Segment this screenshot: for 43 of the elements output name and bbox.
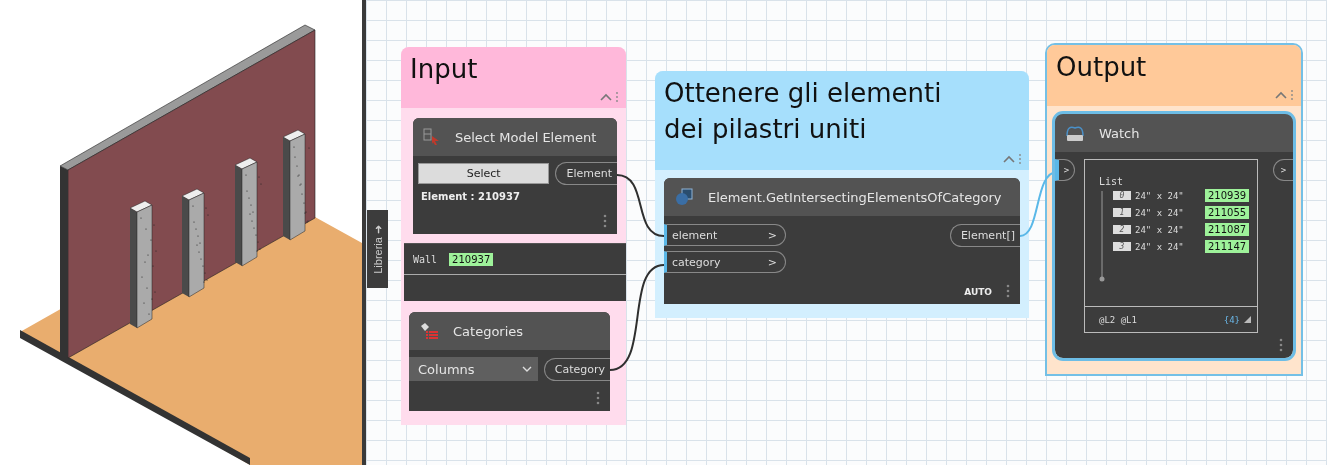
node-title: Element.GetIntersectingElementsOfCategory [708, 189, 1002, 205]
lacing-label: AUTO [964, 287, 992, 297]
element-info: Element : 210937 [421, 191, 520, 202]
collapse-icon[interactable] [1003, 153, 1023, 165]
node-title: Categories [453, 323, 524, 339]
select-button[interactable]: Select [418, 163, 550, 184]
preview-label: Wall [413, 253, 438, 265]
list-index: 1 [1113, 208, 1131, 217]
group-title: Output [1056, 51, 1148, 84]
group-title: Input [410, 53, 479, 86]
list-index: 3 [1113, 242, 1131, 251]
list-index: 2 [1113, 225, 1131, 234]
item-type: 24" x 24" [1135, 207, 1185, 218]
more-icon[interactable] [1279, 338, 1283, 352]
item-type: 24" x 24" [1135, 224, 1185, 235]
connector-wire [616, 174, 665, 237]
select-icon [423, 128, 441, 146]
element-id: 211055 [1205, 206, 1250, 219]
element-id: 211087 [1205, 223, 1250, 236]
category-dropdown[interactable]: Columns [409, 357, 538, 381]
element-id: 211147 [1205, 240, 1250, 253]
tag-list-icon [419, 322, 439, 340]
list-index: 0 [1113, 191, 1131, 200]
item-count: {4} [1223, 314, 1240, 325]
node-title: Select Model Element [455, 129, 597, 145]
item-type: 24" x 24" [1135, 241, 1185, 252]
list-label: List [1099, 176, 1124, 187]
more-icon[interactable] [596, 391, 600, 405]
shapes-icon [674, 188, 694, 206]
node-title: Watch [1099, 125, 1140, 141]
collapse-icon[interactable] [1275, 89, 1295, 101]
collapse-icon[interactable] [600, 91, 620, 103]
more-icon[interactable] [1006, 284, 1010, 298]
more-icon[interactable] [603, 214, 607, 228]
item-type: 24" x 24" [1135, 190, 1185, 201]
resize-grip-icon[interactable] [1244, 316, 1251, 323]
list-levels: @L2 @L1 [1099, 314, 1138, 325]
chevron-down-icon [521, 366, 532, 372]
element-id: 210939 [1205, 189, 1250, 202]
glasses-icon [1065, 124, 1085, 142]
element-id: 210937 [449, 252, 494, 266]
group-title: Ottenere gli elementi dei pilastri uniti [664, 77, 943, 146]
library-tab[interactable]: Libreria ➜ [367, 210, 388, 288]
